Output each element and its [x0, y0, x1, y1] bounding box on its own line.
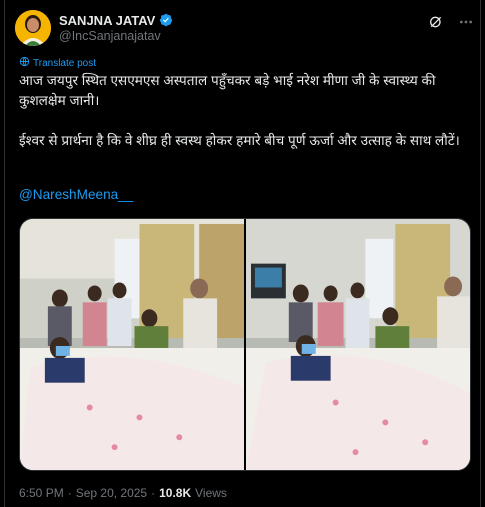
more-options-icon[interactable] [457, 13, 475, 31]
tweet-time[interactable]: 6:50 PM [19, 486, 64, 500]
tweet-card: SANJNA JATAV @IncSanjanajatav Translate … [4, 0, 481, 507]
media-grid [19, 218, 471, 471]
header-actions [427, 13, 475, 31]
verified-badge-icon [159, 13, 173, 27]
translate-post-label: Translate post [33, 57, 96, 69]
tweet-date[interactable]: Sep 20, 2025 [76, 486, 147, 500]
tweet-text: आज जयपुर स्थित एसएमएस अस्पताल पहुँचकर बड… [19, 73, 460, 148]
photo-2[interactable] [246, 219, 470, 470]
grok-icon[interactable] [427, 13, 445, 31]
photo-1[interactable] [20, 219, 244, 470]
translate-post-link[interactable]: Translate post [19, 56, 96, 70]
globe-icon [19, 56, 30, 70]
author-handle[interactable]: @IncSanjanajatav [59, 29, 161, 43]
views-count: 10.8K [159, 486, 192, 500]
author-name-row: SANJNA JATAV [59, 12, 173, 28]
author-name[interactable]: SANJNA JATAV [59, 13, 155, 28]
tweet-meta: 6:50 PM · Sep 20, 2025 · 10.8K Views [19, 486, 227, 500]
meta-separator: · [151, 486, 156, 500]
author-avatar[interactable] [15, 10, 51, 46]
tweet-header: SANJNA JATAV @IncSanjanajatav [15, 10, 477, 46]
views-label: Views [195, 486, 227, 500]
meta-separator: · [67, 486, 72, 500]
mention-link[interactable]: @NareshMeena__ [19, 187, 133, 202]
